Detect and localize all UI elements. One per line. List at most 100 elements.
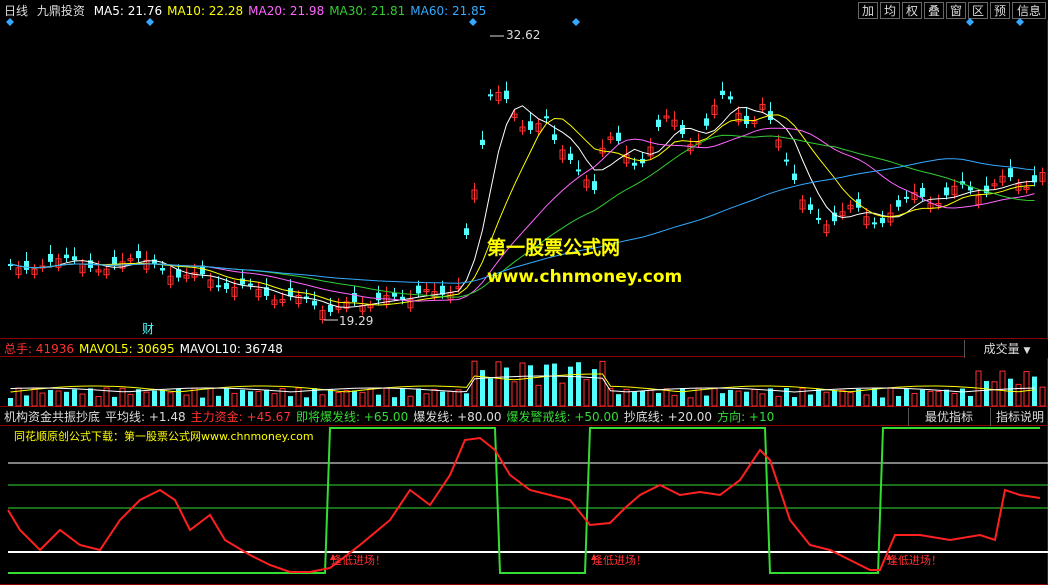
promo-text: 同花顺原创公式下载：第一股票公式网www.chnmoney.com (14, 430, 314, 443)
volume-bar (728, 389, 733, 406)
volume-dropdown[interactable]: 成交量 ▼ (964, 340, 1048, 358)
volume-bar (400, 388, 405, 406)
volume-bar (335, 391, 342, 407)
candle-body (216, 285, 221, 288)
volume-bar (8, 398, 13, 406)
volume-bar (960, 388, 965, 406)
volume-bar (784, 388, 789, 406)
volume-bar (48, 390, 53, 406)
indicator-value-0: 机构资金共振抄底 (4, 410, 101, 424)
candle-body (240, 278, 245, 285)
volume-bar (999, 370, 1006, 407)
volume-value-1: MAVOL5: 30695 (79, 342, 175, 356)
candle-body (24, 260, 29, 270)
volume-bar (143, 391, 150, 407)
volume-bar (991, 381, 998, 407)
volume-bar (944, 389, 949, 406)
candle-body (376, 292, 381, 301)
volume-bar (559, 382, 566, 407)
event-marker-icon (1016, 18, 1024, 26)
volume-bar (504, 367, 509, 406)
main-chart[interactable] (0, 0, 1048, 585)
volume-bar (511, 381, 518, 407)
high-price-label: 32.62 (506, 28, 541, 42)
volume-bar (343, 389, 350, 407)
volume-bar (359, 391, 366, 407)
event-marker-icon (146, 18, 154, 26)
volume-bar (447, 390, 454, 407)
volume-bar (55, 390, 62, 407)
indicator-header: 机构资金共振抄底 平均线: +1.48 主力资金: +45.67 即将爆发线: +65… (0, 407, 779, 427)
indicator-value-1: 平均线: +1.48 (105, 410, 186, 424)
candle-body (944, 187, 949, 196)
volume-bar (832, 390, 837, 406)
low-price-label: 19.29 (339, 314, 374, 328)
volume-bar (552, 363, 557, 406)
volume-bar (751, 388, 758, 407)
indicator-value-5: 爆发警戒线: +50.00 (506, 410, 619, 424)
volume-bar (576, 362, 581, 406)
volume-bar (495, 361, 502, 407)
candle-body (464, 228, 469, 235)
signal-label-1: 逢低进场！ (331, 554, 386, 567)
volume-bar (935, 390, 942, 407)
volume-bar (64, 391, 69, 406)
candle-body (488, 94, 493, 97)
volume-value-0: 总手: 41936 (4, 342, 75, 356)
volume-bar (31, 388, 38, 407)
candle-body (544, 116, 549, 119)
finance-marker[interactable]: 财 (142, 320, 154, 337)
volume-bar (352, 390, 357, 406)
mavol10-line (10, 375, 1035, 393)
volume-bar (431, 389, 438, 407)
volume-bar (328, 389, 333, 406)
volume-bar (847, 392, 854, 407)
volume-bar (656, 392, 661, 406)
candle-body (904, 196, 909, 199)
volume-bar (152, 390, 157, 406)
volume-bar (583, 379, 590, 407)
volume-bar (39, 392, 46, 407)
volume-bar (248, 391, 253, 406)
candle-body (816, 217, 821, 220)
volume-bar (680, 388, 685, 406)
volume-bar (72, 389, 77, 406)
event-marker-icon (572, 18, 580, 26)
candle-body (576, 169, 581, 172)
volume-bar (392, 397, 397, 406)
volume-bar (528, 365, 533, 406)
event-marker-icon (469, 18, 477, 26)
candle-body (632, 162, 637, 166)
volume-bar (383, 387, 390, 407)
volume-bar (407, 395, 414, 407)
candle-body (720, 90, 725, 96)
volume-bar (647, 389, 654, 407)
candle-body (504, 90, 509, 100)
candle-body (616, 132, 621, 141)
volume-bar (183, 394, 190, 407)
candle-body (920, 187, 925, 197)
volume-bar (951, 393, 958, 407)
volume-bar (1032, 376, 1037, 406)
best-indicator-button[interactable]: 最优指标 (908, 408, 989, 426)
candle-body (704, 118, 709, 126)
volume-bar (632, 391, 637, 406)
candle-body (328, 304, 333, 312)
volume-bar (127, 393, 134, 407)
volume-bar (319, 394, 326, 407)
volume-bar (119, 387, 126, 407)
volume-dropdown-label: 成交量 (983, 342, 1020, 356)
volume-bar (519, 362, 526, 407)
volume-bar (880, 397, 885, 406)
candle-body (552, 134, 557, 140)
candle-body (896, 200, 901, 207)
watermark-url: www.chnmoney.com (487, 267, 683, 287)
candle-body (880, 217, 885, 224)
volume-bar (599, 360, 606, 407)
indicator-explain-button[interactable]: 指标说明 (990, 408, 1048, 426)
candle-body (48, 254, 53, 262)
volume-bar (535, 384, 542, 407)
volume-bar (616, 394, 621, 406)
volume-bar (920, 389, 925, 406)
volume-bar (440, 391, 445, 406)
